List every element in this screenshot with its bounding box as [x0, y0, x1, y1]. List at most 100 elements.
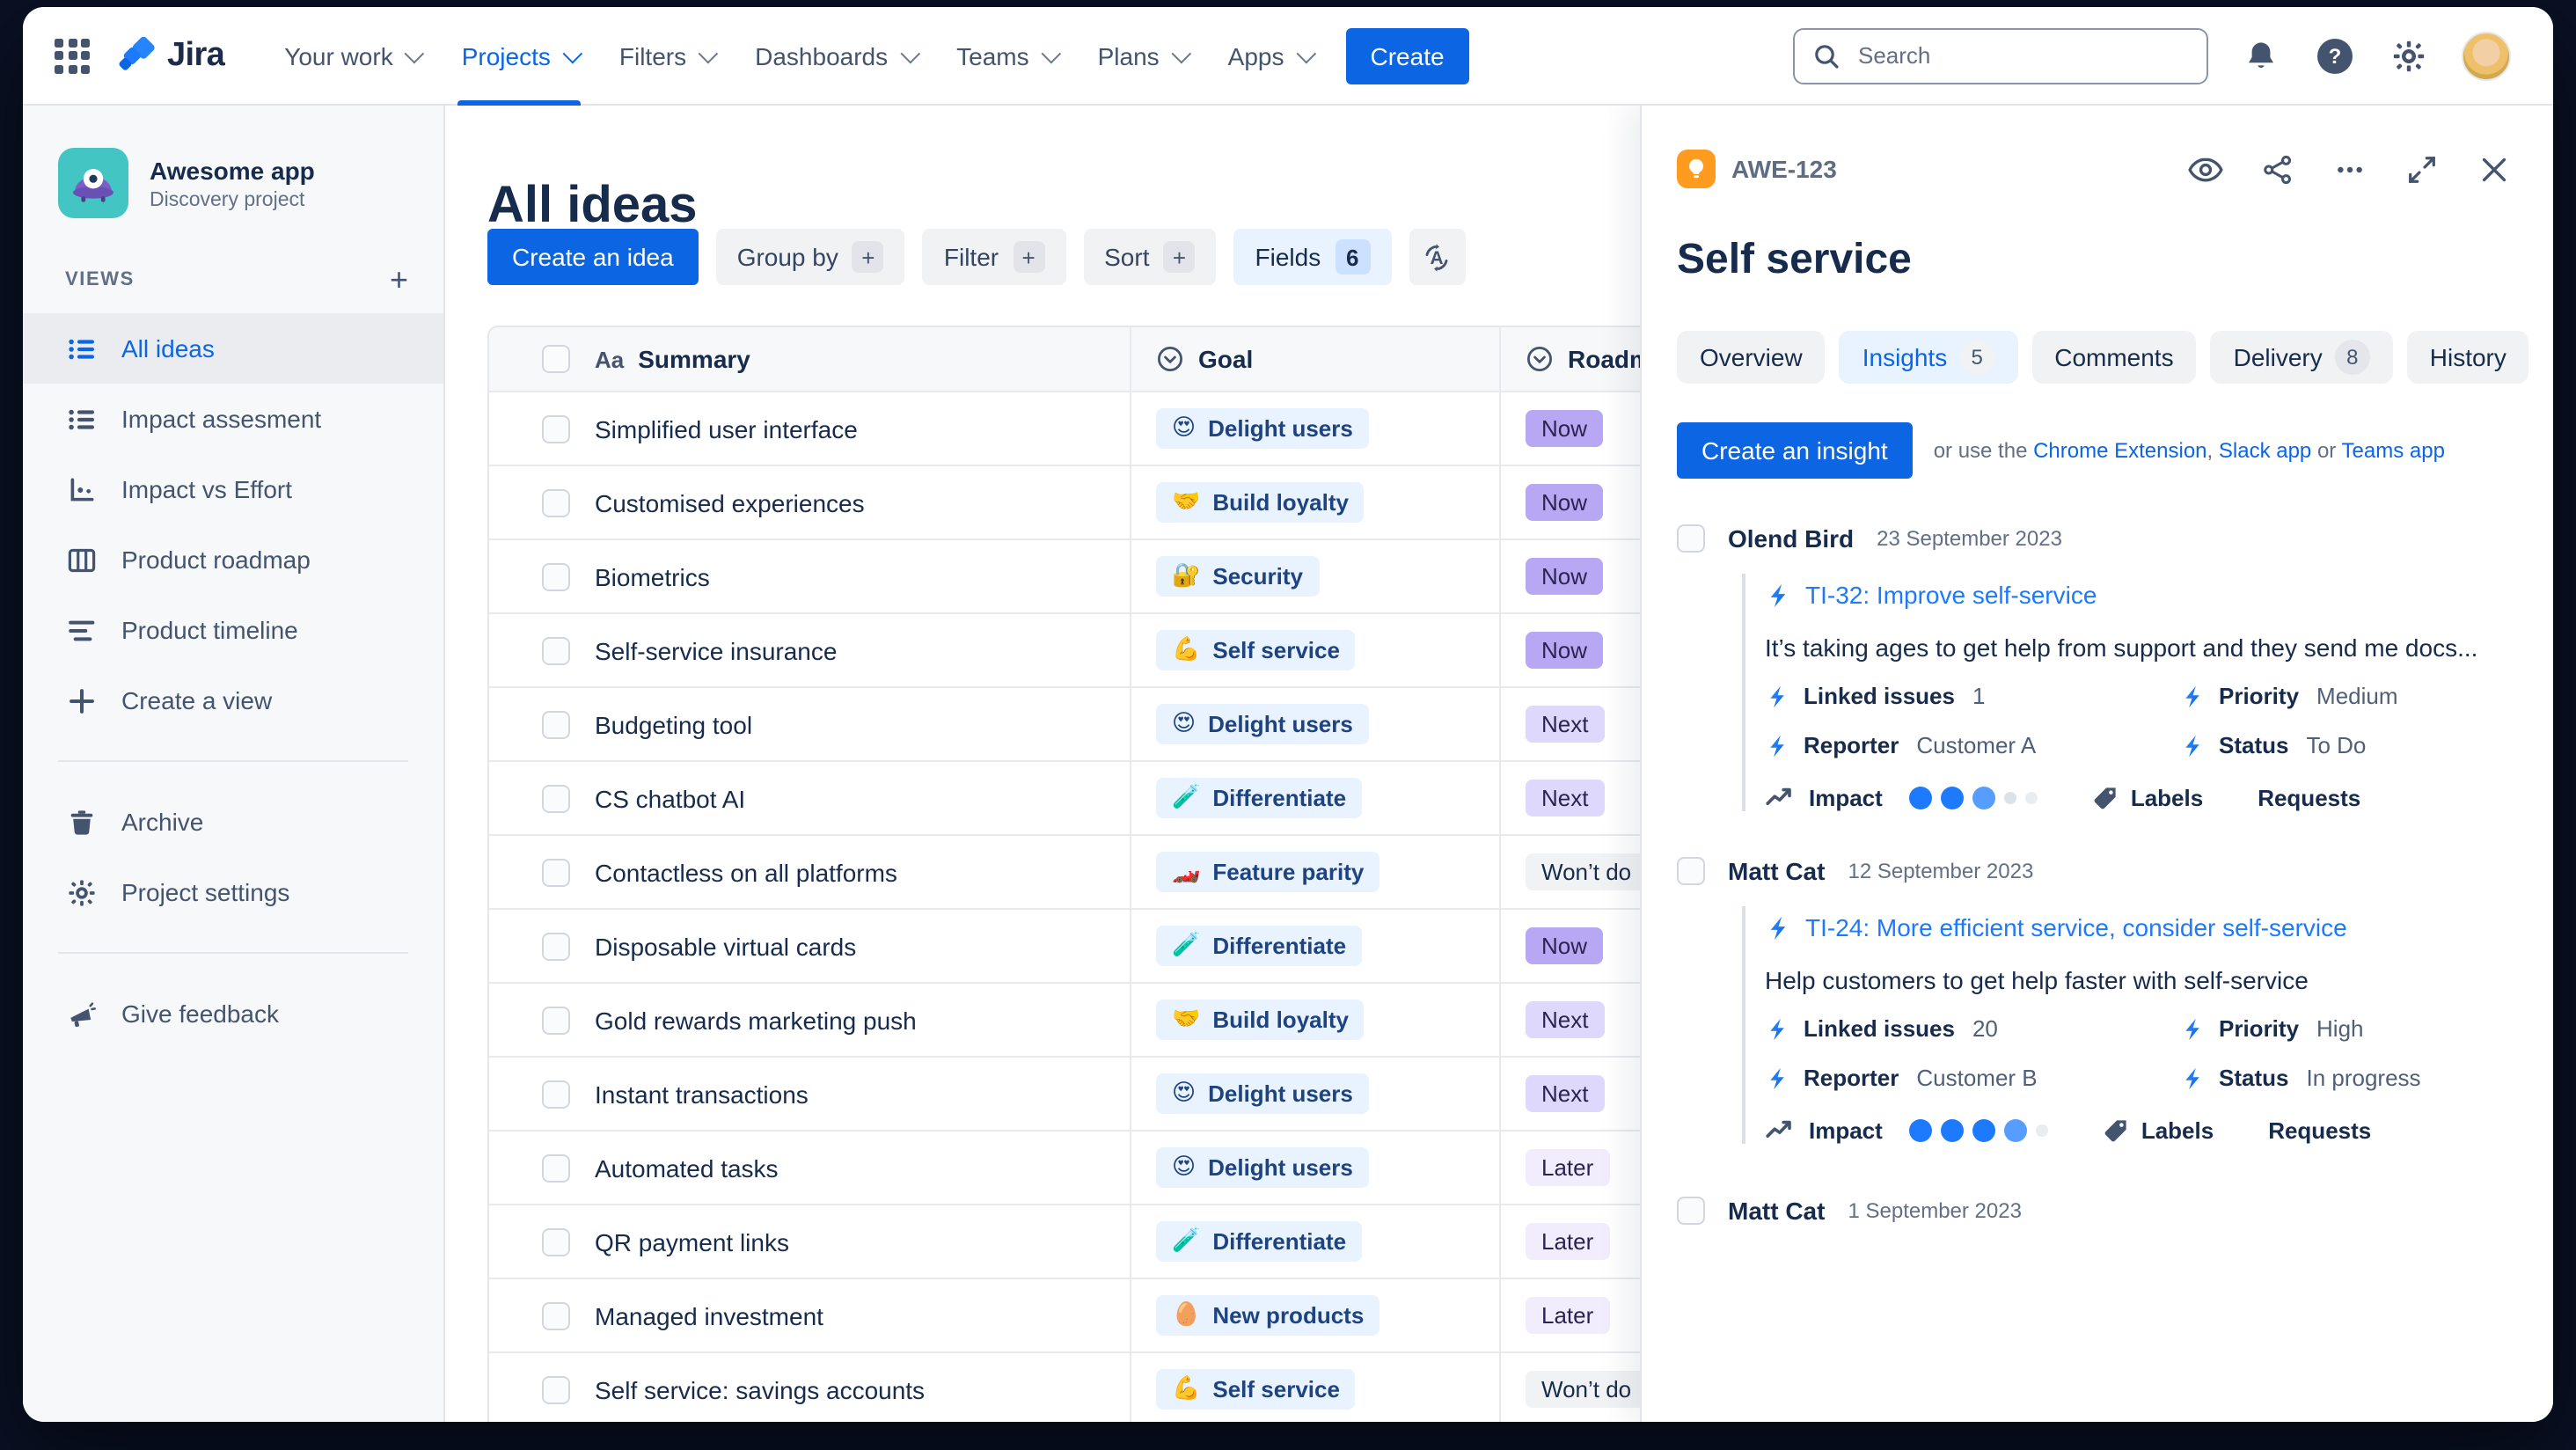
- row-checkbox[interactable]: [542, 562, 570, 590]
- idea-summary[interactable]: CS chatbot AI: [595, 762, 1130, 834]
- goal-pill[interactable]: 🏎️ Feature parity: [1156, 852, 1380, 892]
- table-row[interactable]: Instant transactions 😍 Delight users Next: [489, 1056, 1717, 1130]
- table-row[interactable]: Budgeting tool 😍 Delight users Next: [489, 686, 1717, 760]
- roadmap-pill[interactable]: Next: [1526, 780, 1605, 817]
- goal-pill[interactable]: 😍 Delight users: [1156, 1073, 1369, 1114]
- nav-dashboards[interactable]: Dashboards: [734, 7, 935, 105]
- sidebar-item-project-settings[interactable]: Project settings: [23, 857, 443, 927]
- column-header-goal[interactable]: Goal: [1130, 327, 1499, 391]
- goal-pill[interactable]: 🤝 Build loyalty: [1156, 482, 1365, 523]
- row-checkbox[interactable]: [542, 710, 570, 738]
- goal-pill[interactable]: 💪 Self service: [1156, 1369, 1356, 1410]
- idea-summary[interactable]: Managed investment: [595, 1279, 1130, 1351]
- table-row[interactable]: Customised experiences 🤝 Build loyalty No…: [489, 465, 1717, 538]
- table-row[interactable]: Self-service insurance 💪 Self service Now: [489, 612, 1717, 686]
- requests-field[interactable]: Requests: [2268, 1117, 2371, 1143]
- roadmap-pill[interactable]: Next: [1526, 1075, 1605, 1112]
- idea-summary[interactable]: Self service: savings accounts: [595, 1353, 1130, 1422]
- row-checkbox[interactable]: [542, 1227, 570, 1256]
- tab-delivery[interactable]: Delivery 8: [2210, 331, 2393, 384]
- row-checkbox[interactable]: [542, 636, 570, 664]
- goal-pill[interactable]: 💪 Self service: [1156, 630, 1356, 670]
- nav-plans[interactable]: Plans: [1077, 7, 1207, 105]
- user-avatar[interactable]: [2462, 31, 2511, 80]
- tab-insights[interactable]: Insights 5: [1839, 331, 2018, 384]
- linked-ticket[interactable]: TI-32: Improve self-service: [1765, 574, 2514, 616]
- row-checkbox[interactable]: [542, 1080, 570, 1108]
- notifications-bell-icon[interactable]: [2240, 34, 2282, 77]
- watch-eye-icon[interactable]: [2184, 148, 2226, 190]
- table-row[interactable]: Managed investment 🥚 New products Later: [489, 1278, 1717, 1351]
- idea-summary[interactable]: Gold rewards marketing push: [595, 984, 1130, 1056]
- field-reporter[interactable]: Reporter Customer A: [1765, 732, 2180, 758]
- goal-pill[interactable]: 🔐 Security: [1156, 556, 1319, 597]
- goal-pill[interactable]: 🧪 Differentiate: [1156, 778, 1363, 818]
- roadmap-pill[interactable]: Later: [1526, 1149, 1610, 1186]
- idea-summary[interactable]: Disposable virtual cards: [595, 910, 1130, 982]
- select-all-checkbox[interactable]: [542, 345, 570, 373]
- table-row[interactable]: Simplified user interface 😍 Delight users…: [489, 391, 1717, 465]
- roadmap-pill[interactable]: Now: [1526, 558, 1604, 595]
- teams-app-link[interactable]: Teams app: [2342, 438, 2445, 463]
- sidebar-item-product-roadmap[interactable]: Product roadmap: [23, 524, 443, 595]
- roadmap-pill[interactable]: Now: [1526, 484, 1604, 521]
- sidebar-item-create-a-view[interactable]: Create a view: [23, 665, 443, 736]
- table-row[interactable]: CS chatbot AI 🧪 Differentiate Next: [489, 760, 1717, 834]
- idea-summary[interactable]: Biometrics: [595, 540, 1130, 612]
- nav-teams[interactable]: Teams: [935, 7, 1076, 105]
- row-checkbox[interactable]: [542, 488, 570, 516]
- idea-summary[interactable]: Automated tasks: [595, 1131, 1130, 1204]
- nav-apps[interactable]: Apps: [1207, 7, 1332, 105]
- insight-checkbox[interactable]: [1677, 1197, 1705, 1225]
- goal-pill[interactable]: 😍 Delight users: [1156, 408, 1369, 449]
- help-icon[interactable]: ?: [2314, 34, 2356, 77]
- sidebar-item-give-feedback[interactable]: Give feedback: [23, 978, 443, 1049]
- issue-key[interactable]: AWE-123: [1731, 155, 1837, 183]
- roadmap-pill[interactable]: Won’t do: [1526, 853, 1648, 890]
- table-row[interactable]: Automated tasks 😍 Delight users Later: [489, 1130, 1717, 1204]
- jira-logo[interactable]: Jira: [118, 36, 225, 75]
- goal-pill[interactable]: 🧪 Differentiate: [1156, 1221, 1363, 1262]
- expand-icon[interactable]: [2400, 148, 2442, 190]
- idea-summary[interactable]: Instant transactions: [595, 1058, 1130, 1130]
- share-icon[interactable]: [2256, 148, 2298, 190]
- goal-pill[interactable]: 😍 Delight users: [1156, 1147, 1369, 1188]
- slack-app-link[interactable]: Slack app: [2219, 438, 2311, 463]
- fields-button[interactable]: Fields 6: [1233, 229, 1392, 285]
- field-status[interactable]: Status In progress: [2180, 1065, 2514, 1091]
- roadmap-pill[interactable]: Next: [1526, 706, 1605, 743]
- tab-history[interactable]: History: [2406, 331, 2529, 384]
- idea-summary[interactable]: Customised experiences: [595, 466, 1130, 538]
- goal-pill[interactable]: 🧪 Differentiate: [1156, 926, 1363, 966]
- project-header[interactable]: Awesome app Discovery project: [23, 148, 443, 218]
- more-actions-icon[interactable]: [2328, 148, 2370, 190]
- requests-field[interactable]: Requests: [2258, 784, 2360, 810]
- column-header-summary[interactable]: Aa Summary: [595, 327, 1130, 391]
- linked-ticket[interactable]: TI-24: More efficient service, consider …: [1765, 906, 2514, 948]
- field-linked-issues[interactable]: Linked issues 20: [1765, 1015, 2180, 1042]
- table-row[interactable]: Gold rewards marketing push 🤝 Build loyal…: [489, 982, 1717, 1056]
- search-box[interactable]: [1793, 27, 2208, 84]
- table-row[interactable]: Contactless on all platforms 🏎️ Feature p…: [489, 834, 1717, 908]
- row-checkbox[interactable]: [542, 784, 570, 812]
- row-checkbox[interactable]: [542, 414, 570, 443]
- filter-button[interactable]: Filter +: [922, 229, 1066, 285]
- idea-summary[interactable]: Self-service insurance: [595, 614, 1130, 686]
- table-row[interactable]: Self service: savings accounts 💪 Self ser…: [489, 1351, 1717, 1422]
- table-row[interactable]: Disposable virtual cards 🧪 Differentiate …: [489, 908, 1717, 982]
- labels-field[interactable]: Labels: [2103, 1117, 2214, 1143]
- create-idea-button[interactable]: Create an idea: [487, 229, 699, 285]
- tab-overview[interactable]: Overview: [1677, 331, 1826, 384]
- sidebar-item-all-ideas[interactable]: All ideas: [23, 313, 443, 384]
- nav-projects[interactable]: Projects: [441, 7, 598, 105]
- tab-comments[interactable]: Comments: [2031, 331, 2197, 384]
- field-linked-issues[interactable]: Linked issues 1: [1765, 683, 2180, 709]
- roadmap-pill[interactable]: Now: [1526, 632, 1604, 669]
- insight-checkbox[interactable]: [1677, 857, 1705, 885]
- group-by-button[interactable]: Group by +: [715, 229, 905, 285]
- row-checkbox[interactable]: [542, 932, 570, 960]
- row-checkbox[interactable]: [542, 1006, 570, 1034]
- nav-your-work[interactable]: Your work: [263, 7, 441, 105]
- settings-gear-icon[interactable]: [2388, 34, 2430, 77]
- app-switcher-icon[interactable]: [55, 38, 90, 73]
